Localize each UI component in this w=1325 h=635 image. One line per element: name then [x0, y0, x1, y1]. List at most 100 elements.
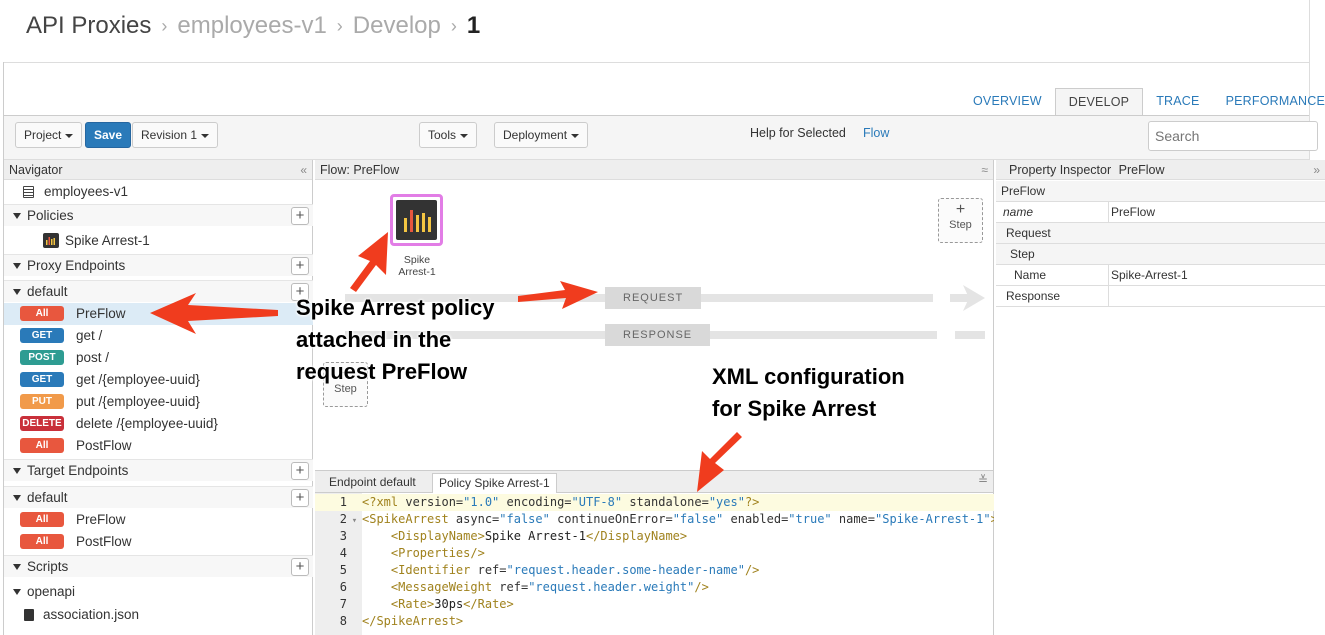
triangle-down-icon	[13, 588, 21, 595]
collapse-left-icon[interactable]: «	[300, 160, 307, 180]
code-token: ?>	[744, 495, 760, 509]
flow-item-get-employee[interactable]: GET get /{employee-uuid}	[4, 369, 313, 391]
inspector-value[interactable]: PreFlow	[1108, 202, 1325, 222]
tab-policy-spike-arrest[interactable]: Policy Spike Arrest-1	[432, 473, 557, 493]
code-line[interactable]: 4 <Properties/>	[315, 545, 994, 562]
code-token: enabled=	[723, 512, 789, 526]
code-line[interactable]: 6 <MessageWeight ref="request.header.wei…	[315, 579, 994, 596]
flow-item-put-employee[interactable]: PUT put /{employee-uuid}	[4, 391, 313, 413]
code-token: "false"	[672, 512, 724, 526]
line-number: 3	[339, 529, 347, 543]
tab-endpoint-default[interactable]: Endpoint default	[323, 473, 422, 493]
nav-section-proxy-endpoints[interactable]: Proxy Endpoints +	[4, 254, 313, 276]
breadcrumb-section[interactable]: Develop	[353, 12, 441, 40]
code-token: version=	[405, 495, 464, 509]
triangle-down-icon	[13, 494, 21, 501]
nav-proxy-default[interactable]: default +	[4, 280, 313, 302]
proxy-default-label: default	[27, 284, 68, 299]
inspector-value[interactable]	[1108, 286, 1325, 306]
project-menu-button[interactable]: Project	[15, 122, 83, 148]
method-badge: All	[20, 438, 64, 453]
add-script-button[interactable]: +	[291, 558, 309, 576]
collapse-up-icon[interactable]: ≈	[981, 160, 988, 180]
add-target-flow-button[interactable]: +	[291, 489, 309, 507]
nav-policy-item[interactable]: Spike Arrest-1	[4, 230, 313, 252]
code-line[interactable]: 7 <Rate>30ps</Rate>	[315, 596, 994, 613]
code-token: >	[991, 512, 994, 526]
inspector-group-preflow: PreFlow	[996, 181, 1325, 202]
spike-arrest-icon	[43, 233, 59, 248]
chevron-right-icon: ›	[450, 15, 457, 36]
code-token: <Identifier	[390, 563, 478, 577]
inspector-key: Request	[1006, 226, 1051, 240]
nav-section-target-endpoints[interactable]: Target Endpoints +	[4, 459, 313, 481]
inspector-value[interactable]: Spike-Arrest-1	[1108, 265, 1325, 285]
scripts-label: Scripts	[27, 559, 69, 574]
response-label: RESPONSE	[605, 324, 711, 346]
nav-scripts-folder[interactable]: openapi	[4, 581, 313, 603]
flow-item-delete-employee[interactable]: DELETE delete /{employee-uuid}	[4, 413, 313, 435]
collapse-right-icon[interactable]: »	[1313, 160, 1320, 180]
nav-script-file[interactable]: association.json	[4, 604, 313, 626]
line-number: 2	[339, 512, 347, 526]
code-line[interactable]: 2 ▾ <SpikeArrest async="false" continueOnE…	[315, 511, 994, 528]
method-badge: PUT	[20, 394, 64, 409]
revision-menu-button[interactable]: Revision 1	[132, 122, 219, 148]
tab-trace[interactable]: TRACE	[1143, 88, 1212, 116]
code-line[interactable]: 8 </SpikeArrest>	[315, 613, 994, 630]
code-line[interactable]: 1 <?xml version="1.0" encoding="UTF-8" st…	[315, 494, 994, 511]
tools-menu-button[interactable]: Tools	[419, 122, 478, 148]
code-token: "request.header.weight"	[528, 580, 695, 594]
flow-label: delete /{employee-uuid}	[76, 416, 218, 431]
code-token: standalone=	[622, 495, 709, 509]
method-badge: POST	[20, 350, 64, 365]
tab-develop[interactable]: DEVELOP	[1054, 88, 1144, 116]
collapse-down-icon[interactable]: ≚	[978, 473, 988, 487]
nav-section-scripts[interactable]: Scripts +	[4, 555, 313, 577]
tools-label: Tools	[428, 128, 457, 142]
deployment-menu-button[interactable]: Deployment	[494, 122, 589, 148]
add-target-endpoint-button[interactable]: +	[291, 462, 309, 480]
script-file-label: association.json	[43, 607, 140, 622]
inspector-key: name	[1003, 205, 1034, 219]
add-proxy-endpoint-button[interactable]: +	[291, 257, 309, 275]
policy-label: Spike Arrest-1	[65, 233, 150, 248]
flow-item-post[interactable]: POST post /	[4, 347, 313, 369]
code-line[interactable]: 3 <DisplayName>Spike Arrest-1</DisplayNa…	[315, 528, 994, 545]
add-response-step-button[interactable]: + Step	[938, 198, 983, 243]
triangle-down-icon	[13, 467, 21, 474]
breadcrumb-api-proxies[interactable]: API Proxies	[26, 12, 151, 40]
add-policy-button[interactable]: +	[291, 207, 309, 225]
help-flow-link[interactable]: Flow	[863, 126, 889, 140]
flow-label: PreFlow	[76, 512, 126, 527]
xml-annotation-line: XML configuration	[712, 364, 905, 389]
triangle-down-icon	[13, 288, 21, 295]
nav-section-policies[interactable]: Policies +	[4, 204, 313, 226]
inspector-key: Response	[1006, 289, 1061, 303]
search-input[interactable]	[1148, 121, 1318, 151]
target-flow-preflow[interactable]: All PreFlow	[4, 509, 313, 531]
spike-arrest-policy-step[interactable]	[390, 194, 443, 246]
policy-annotation: Spike Arrest policy attached in the requ…	[296, 292, 494, 388]
nav-target-default[interactable]: default +	[4, 486, 313, 508]
project-label: Project	[24, 128, 62, 142]
breadcrumb-proxy[interactable]: employees-v1	[177, 12, 326, 40]
code-line[interactable]: 5 <Identifier ref="request.header.some-h…	[315, 562, 994, 579]
line-number: 4	[339, 546, 347, 560]
tab-performance[interactable]: PERFORMANCE	[1213, 88, 1325, 116]
flow-item-get[interactable]: GET get /	[4, 325, 313, 347]
navigator-title: Navigator	[9, 163, 63, 177]
flow-item-postflow[interactable]: All PostFlow	[4, 435, 313, 457]
save-button[interactable]: Save	[85, 122, 132, 148]
tab-overview[interactable]: OVERVIEW	[960, 88, 1055, 116]
nav-proxy-root[interactable]: employees-v1	[4, 181, 313, 203]
line-number: 8	[339, 614, 347, 628]
flow-label: PostFlow	[76, 534, 132, 549]
fold-arrow-icon[interactable]: ▾	[347, 513, 362, 528]
target-flow-postflow[interactable]: All PostFlow	[4, 531, 313, 553]
spike-arrest-icon	[396, 200, 437, 240]
breadcrumb-revision: 1	[466, 12, 481, 39]
flow-item-preflow[interactable]: All PreFlow	[4, 303, 313, 325]
method-badge: All	[20, 306, 64, 321]
